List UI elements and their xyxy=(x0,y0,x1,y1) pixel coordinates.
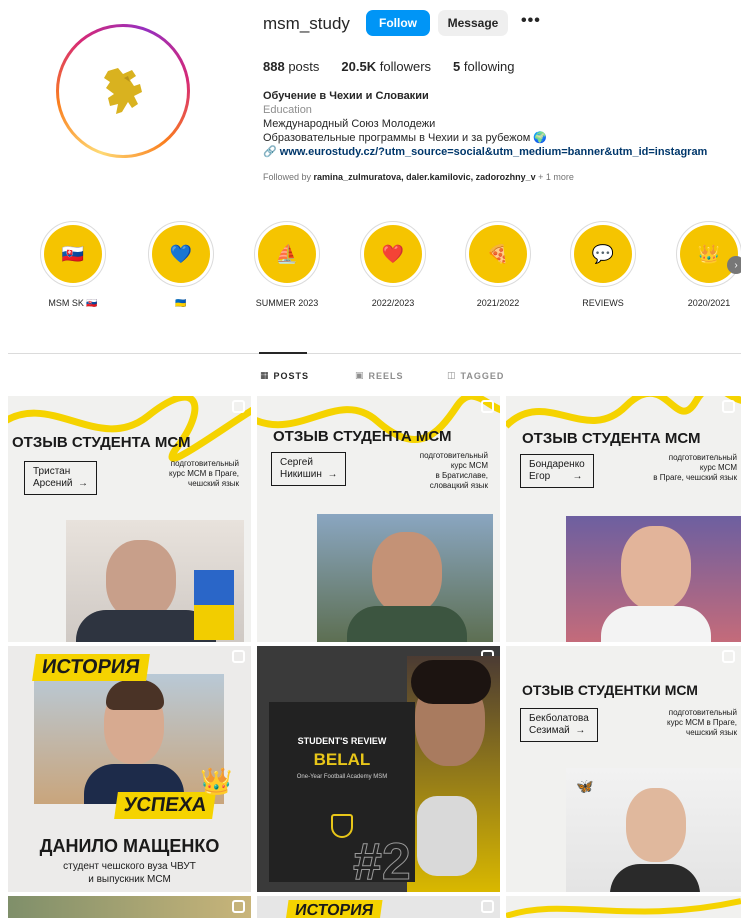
profile-avatar[interactable] xyxy=(56,24,190,158)
post-title: ОТЗЫВ СТУДЕНТА МСМ xyxy=(12,434,191,451)
post-tile-5[interactable]: STUDENT'S REVIEW BELAL One-Year Football… xyxy=(257,646,500,892)
highlight-cover: ⛵ xyxy=(254,221,320,287)
highlight-icon: 🍕 xyxy=(469,225,527,283)
post-tile-3[interactable]: ОТЗЫВ СТУДЕНТА МСМ Бондаренко Егор → под… xyxy=(506,396,741,642)
post-photo xyxy=(34,674,224,804)
highlight-icon: 🇸🇰 xyxy=(44,225,102,283)
post-description: подготовительный курс МСМ в Праге, чешск… xyxy=(667,708,737,737)
followers-stat[interactable]: 20.5K followers xyxy=(341,59,431,74)
bio-line: Образовательные программы в Чехии и за р… xyxy=(263,132,548,144)
story-highlight[interactable]: ⛵ SUMMER 2023 xyxy=(247,221,327,308)
review-number: #2 xyxy=(353,833,412,892)
highlight-icon: 💬 xyxy=(574,225,632,283)
highlight-icon: ❤️ xyxy=(364,225,422,283)
post-tile-1[interactable]: ОТЗЫВ СТУДЕНТА МСМ Тристан Арсений → под… xyxy=(8,396,251,642)
following-stat[interactable]: 5 following xyxy=(453,59,514,74)
crest-icon xyxy=(331,814,353,838)
highlight-icon: 👑 xyxy=(680,225,738,283)
story-highlight[interactable]: 🇸🇰 MSM SK 🇸🇰 xyxy=(33,221,113,309)
crown-icon: 👑 xyxy=(200,766,233,796)
reel-icon xyxy=(722,650,735,663)
post-person: Сергей Никишин → xyxy=(271,452,347,486)
highlight-label: 2022/2023 xyxy=(371,298,415,308)
butterfly-icon: 🦋 xyxy=(576,778,594,794)
reels-icon: ▣ xyxy=(355,370,365,380)
post-description: подготовительный курс МСМ в Праге, чешск… xyxy=(653,453,737,482)
story-description: студент чешского вуза ЧВУТ и выпускник М… xyxy=(63,861,196,885)
post-person: Бекболатова Сезимай → xyxy=(520,708,598,742)
highlight-cover: 🍕 xyxy=(465,221,531,287)
story-tag-top: ИСТОРИЯ xyxy=(285,900,383,918)
reel-icon xyxy=(232,650,245,663)
post-title: ОТЗЫВ СТУДЕНТКИ МСМ xyxy=(522,682,698,698)
tab-reels[interactable]: ▣ REELS xyxy=(355,370,404,381)
highlight-cover: ❤️ xyxy=(360,221,426,287)
post-title: ОТЗЫВ СТУДЕНТА МСМ xyxy=(273,428,452,445)
profile-stats: 888 posts 20.5K followers 5 following xyxy=(263,59,536,74)
post-description: подготовительный курс МСМ в Братиславе, … xyxy=(419,451,488,490)
reel-icon xyxy=(481,900,494,913)
bio-link[interactable]: 🔗 www.eurostudy.cz/?utm_source=social&ut… xyxy=(263,145,707,159)
story-highlight[interactable]: 💬 REVIEWS xyxy=(563,221,643,308)
reel-icon xyxy=(232,400,245,413)
more-options-icon[interactable]: ••• xyxy=(521,12,541,30)
post-tile-7[interactable] xyxy=(8,896,251,918)
chevron-right-icon[interactable]: › xyxy=(727,256,741,274)
category-label: Education xyxy=(263,104,312,116)
highlight-cover: 👑 xyxy=(676,221,741,287)
follow-button[interactable]: Follow xyxy=(366,10,430,36)
story-highlight[interactable]: 💙 🇺🇦 xyxy=(141,221,221,309)
post-photo xyxy=(407,656,500,892)
post-tile-6[interactable]: ОТЗЫВ СТУДЕНТКИ МСМ Бекболатова Сезимай … xyxy=(506,646,741,892)
post-photo xyxy=(66,520,244,642)
followed-by[interactable]: Followed by ramina_zulmuratova, daler.ka… xyxy=(263,172,574,182)
story-highlight[interactable]: 🍕 2021/2022 xyxy=(458,221,538,308)
highlight-label: 2020/2021 xyxy=(687,298,731,308)
posts-stat[interactable]: 888 posts xyxy=(263,59,319,74)
tagged-icon: ◫ xyxy=(447,370,457,380)
tabs-divider xyxy=(8,353,741,354)
highlight-label: 🇺🇦 xyxy=(175,298,187,308)
highlight-label: REVIEWS xyxy=(582,298,624,308)
post-tile-2[interactable]: ОТЗЫВ СТУДЕНТА МСМ Сергей Никишин → подг… xyxy=(257,396,500,642)
post-photo: 🦋 xyxy=(566,768,741,892)
post-photo xyxy=(566,516,741,642)
story-person-name: ДАНИЛО МАЩЕНКО xyxy=(39,836,220,856)
review-student-name: BELAL xyxy=(313,750,371,769)
tab-tagged[interactable]: ◫ TAGGED xyxy=(447,370,504,381)
post-title: ОТЗЫВ СТУДЕНТА МСМ xyxy=(522,430,701,447)
highlight-icon: 💙 xyxy=(152,225,210,283)
story-highlight[interactable]: ❤️ 2022/2023 xyxy=(353,221,433,308)
post-person: Бондаренко Егор → xyxy=(520,454,594,488)
reel-icon xyxy=(722,400,735,413)
post-tile-8[interactable]: ИСТОРИЯ xyxy=(257,896,500,918)
highlight-cover: 💬 xyxy=(570,221,636,287)
post-tile-4[interactable]: ИСТОРИЯ УСПЕХА 👑 ДАНИЛО МАЩЕНКО студент … xyxy=(8,646,251,892)
message-button[interactable]: Message xyxy=(438,10,508,36)
active-tab-indicator xyxy=(259,352,307,354)
reel-icon xyxy=(481,400,494,413)
reel-icon xyxy=(232,900,245,913)
highlight-label: 2021/2022 xyxy=(476,298,520,308)
bio-line: Международный Союз Молодежи xyxy=(263,118,436,130)
profile-username: msm_study xyxy=(263,14,350,33)
post-tile-9[interactable] xyxy=(506,896,741,918)
display-name: Обучение в Чехии и Словакии xyxy=(263,90,429,102)
link-icon: 🔗 xyxy=(263,146,277,158)
grid-icon: ▦ xyxy=(260,370,270,380)
highlight-label: SUMMER 2023 xyxy=(255,298,319,308)
tab-posts[interactable]: ▦ POSTS xyxy=(260,370,309,381)
highlight-label: MSM SK 🇸🇰 xyxy=(48,298,98,308)
post-person: Тристан Арсений → xyxy=(24,461,98,495)
highlight-cover: 🇸🇰 xyxy=(40,221,106,287)
profile-bio: Обучение в Чехии и Словакии Education Ме… xyxy=(263,89,707,159)
post-photo xyxy=(317,514,493,642)
lion-logo-icon xyxy=(63,31,183,151)
post-description: подготовительный курс МСМ в Праге, чешск… xyxy=(169,459,239,488)
highlight-icon: ⛵ xyxy=(258,225,316,283)
highlight-cover: 💙 xyxy=(148,221,214,287)
story-tag-top: ИСТОРИЯ xyxy=(32,654,150,681)
